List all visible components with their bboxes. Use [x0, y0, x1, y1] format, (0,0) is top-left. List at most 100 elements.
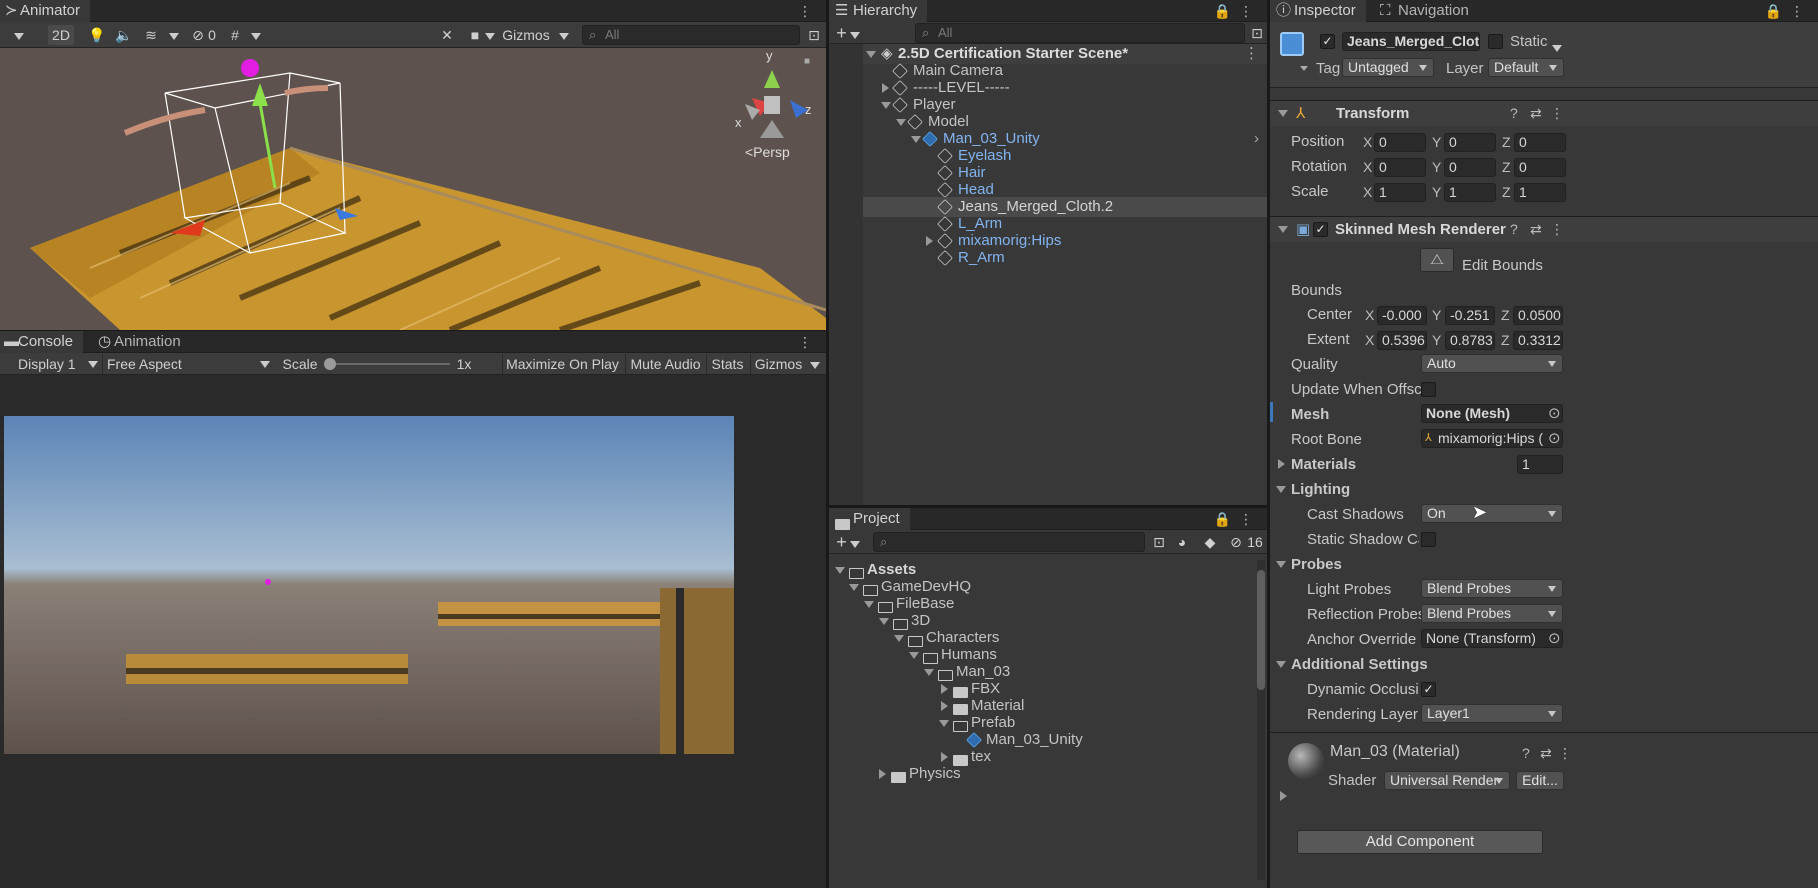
grid-icon[interactable]: # [226, 25, 244, 45]
rotation-x-field[interactable]: 0 [1374, 158, 1426, 177]
expand-arrow-icon[interactable] [941, 701, 948, 711]
expand-arrow-icon[interactable] [939, 720, 949, 727]
add-component-button[interactable]: Add Component [1297, 830, 1543, 854]
object-picker-icon[interactable]: ⊙ [1548, 404, 1561, 422]
project-scrollbar-thumb[interactable] [1257, 570, 1265, 690]
scale-slider[interactable] [324, 358, 450, 370]
folder-row[interactable]: Physics [829, 764, 1255, 784]
lighting-icon[interactable]: 💡 [88, 25, 106, 45]
component-menu-icon[interactable]: ⋮ [1558, 745, 1572, 762]
project-lock-menu-icon[interactable]: 🔒⋮ [1214, 508, 1261, 530]
hidden-objects-icon[interactable]: ⊘ [188, 25, 208, 45]
stats-button[interactable]: Stats [706, 354, 748, 374]
project-scrollbar[interactable] [1257, 560, 1265, 880]
cast-shadows-dropdown[interactable]: On [1421, 504, 1563, 523]
tab-animator[interactable]: ≻ Animator [0, 0, 91, 22]
search-by-type-icon[interactable]: ⊡ [1151, 532, 1167, 552]
effects-dropdown[interactable] [168, 25, 180, 45]
layer-dropdown[interactable]: Default [1488, 58, 1564, 77]
scale-x-field[interactable]: 1 [1374, 183, 1426, 202]
update-offscreen-checkbox[interactable] [1421, 382, 1436, 397]
projection-toggle[interactable]: <Persp [745, 144, 790, 160]
component-menu-icon[interactable]: ⋮ [1550, 221, 1564, 238]
center-y-field[interactable]: -0.251 [1445, 306, 1495, 325]
maximize-on-play-button[interactable]: Maximize On Play [502, 354, 622, 374]
foldout-arrow-icon[interactable] [1276, 661, 1286, 668]
mute-audio-button[interactable]: Mute Audio [625, 354, 705, 374]
expand-arrow-icon[interactable] [941, 684, 948, 694]
list-item[interactable]: R_Arm [829, 248, 1267, 268]
materials-count-field[interactable]: 1 [1517, 455, 1563, 474]
smr-enabled-checkbox[interactable]: ✓ [1313, 222, 1328, 237]
effects-icon[interactable]: ≋ [142, 25, 160, 45]
scale-slider-thumb[interactable] [324, 358, 336, 370]
foldout-arrow-icon[interactable] [1278, 226, 1288, 233]
tools-icon[interactable]: ✕ [438, 25, 456, 45]
edit-bounds-button[interactable]: ⧍ [1420, 248, 1454, 272]
static-dropdown[interactable] [1552, 39, 1562, 56]
expand-arrow-icon[interactable] [879, 618, 889, 625]
audio-icon[interactable]: 🔈 [115, 25, 133, 45]
rendering-layer-dropdown[interactable]: Layer1 [1421, 704, 1563, 723]
rotation-y-field[interactable]: 0 [1444, 158, 1496, 177]
shader-dropdown[interactable]: Universal Render [1384, 771, 1510, 790]
component-help-icon[interactable]: ? [1522, 745, 1530, 761]
expand-arrow-icon[interactable] [849, 584, 859, 591]
position-y-field[interactable]: 0 [1444, 133, 1496, 152]
anchor-override-field[interactable]: None (Transform) [1421, 629, 1563, 648]
expand-arrow-icon[interactable] [926, 236, 933, 246]
lock-icon[interactable]: ■ [804, 56, 810, 67]
reflection-probes-dropdown[interactable]: Blend Probes [1421, 604, 1563, 623]
filter-by-type-icon[interactable]: ◕ [1173, 532, 1191, 552]
transform-header[interactable]: ⅄ Transform ? ⇄ ⋮ [1270, 100, 1818, 126]
filter-by-label-icon[interactable]: ◆ [1201, 532, 1219, 552]
light-probes-dropdown[interactable]: Blend Probes [1421, 579, 1563, 598]
extent-z-field[interactable]: 0.3312 [1513, 331, 1563, 350]
center-z-field[interactable]: 0.0500 [1513, 306, 1563, 325]
tag-dropdown[interactable]: Untagged [1342, 58, 1434, 77]
hierarchy-search-options-icon[interactable]: ⊡ [1249, 23, 1265, 43]
toggle-2d-button[interactable]: 2D [48, 25, 74, 45]
active-checkbox[interactable]: ✓ [1320, 34, 1335, 49]
expand-arrow-icon[interactable] [909, 652, 919, 659]
component-preset-icon[interactable]: ⇄ [1530, 221, 1542, 238]
expand-arrow-icon[interactable] [881, 102, 891, 109]
scale-z-field[interactable]: 1 [1514, 183, 1566, 202]
icon-dropdown[interactable] [1300, 58, 1308, 75]
game-menu-icon[interactable]: ⋮ [798, 331, 820, 353]
display-dropdown[interactable]: Display 1 [0, 354, 100, 374]
expand-arrow-icon[interactable] [882, 83, 889, 93]
expand-arrow-icon[interactable] [835, 567, 845, 574]
camera-dropdown[interactable] [484, 25, 496, 45]
scale-y-field[interactable]: 1 [1444, 183, 1496, 202]
foldout-arrow-icon[interactable] [1278, 110, 1288, 117]
extent-x-field[interactable]: 0.5396 [1377, 331, 1427, 350]
tab-inspector[interactable]: ⓘ Inspector [1270, 0, 1366, 22]
scene-search-input[interactable]: All [582, 25, 800, 45]
hidden-packages-icon[interactable]: ⊘ [1227, 532, 1245, 552]
material-preview-sphere[interactable] [1288, 743, 1324, 779]
scene-menu-icon[interactable]: ⋮ [798, 0, 820, 22]
object-name-field[interactable]: Jeans_Merged_Cloth [1342, 32, 1480, 51]
tab-project[interactable]: Project [829, 508, 910, 530]
expand-arrow-icon[interactable] [879, 769, 886, 779]
expand-arrow-icon[interactable] [896, 119, 906, 126]
scene-viewport[interactable] [0, 48, 826, 330]
foldout-arrow-icon[interactable] [1276, 486, 1286, 493]
hierarchy-search-input[interactable]: All [915, 23, 1245, 43]
expand-arrow-icon[interactable] [864, 601, 874, 608]
extent-y-field[interactable]: 0.8783 [1445, 331, 1495, 350]
component-preset-icon[interactable]: ⇄ [1530, 105, 1542, 122]
position-z-field[interactable]: 0 [1514, 133, 1566, 152]
dynamic-occlusion-checkbox[interactable]: ✓ [1421, 682, 1436, 697]
gizmos-button[interactable]: Gizmos [500, 25, 552, 45]
position-x-field[interactable]: 0 [1374, 133, 1426, 152]
draw-mode-dropdown[interactable] [0, 25, 38, 45]
expand-arrow-icon[interactable] [941, 752, 948, 762]
mesh-field[interactable]: None (Mesh) [1421, 404, 1563, 423]
smr-header[interactable]: ▣ ✓ Skinned Mesh Renderer ? ⇄ ⋮ [1270, 216, 1818, 242]
static-checkbox[interactable] [1488, 34, 1503, 49]
inspector-lock-menu-icon[interactable]: 🔒⋮ [1765, 0, 1812, 22]
tab-console[interactable]: ▬ Console [0, 331, 84, 353]
tab-hierarchy[interactable]: ☰ Hierarchy [829, 0, 928, 22]
